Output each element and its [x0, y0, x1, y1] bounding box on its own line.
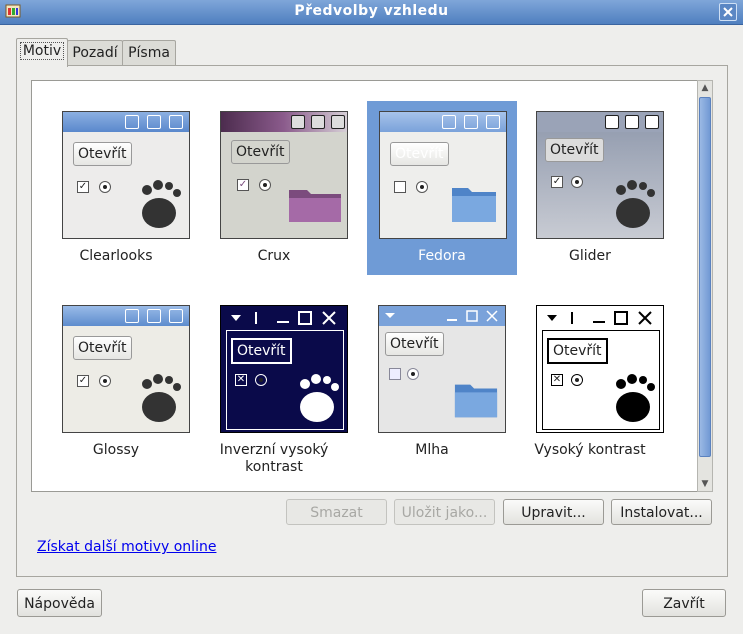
scrollbar-thumb[interactable]: [699, 97, 711, 457]
scroll-down-arrow-icon[interactable]: ▼: [698, 477, 712, 491]
preview-radio: [99, 375, 111, 387]
preview-open-button: Otevřít: [231, 338, 292, 364]
preview-radio: [571, 176, 583, 188]
preview-open-button: Otevřít: [73, 336, 132, 360]
theme-item-glossy[interactable]: Otevřít ✓ Glossy: [42, 295, 190, 469]
theme-item-fedora[interactable]: Otevřít ✓ Fedora: [367, 101, 517, 275]
preview-titlebar: [537, 112, 663, 132]
preview-open-button: Otevřít: [545, 138, 604, 162]
delete-button[interactable]: Smazat: [286, 499, 387, 525]
install-button[interactable]: Instalovat...: [611, 499, 712, 525]
preview-radio: [255, 374, 267, 386]
preview-checkbox: ✕: [551, 374, 563, 386]
preview-open-button: Otevřít: [73, 142, 132, 166]
preview-open-button: Otevřít: [385, 332, 444, 356]
theme-item-high-contrast[interactable]: Otevřít ✕ Vysoký kontrast: [516, 295, 664, 469]
help-button[interactable]: Nápověda: [17, 589, 102, 617]
preview-checkbox: [389, 368, 401, 380]
window-close-button[interactable]: [719, 3, 737, 21]
theme-item-clearlooks[interactable]: Otevřít ✓ Clearlooks: [42, 101, 190, 275]
preview-titlebar: [231, 311, 336, 325]
theme-item-mlha[interactable]: Otevřít Mlha: [358, 295, 506, 469]
theme-label: Vysoký kontrast: [534, 442, 646, 458]
preview-radio: [99, 181, 111, 193]
preview-radio: [259, 179, 271, 191]
preview-titlebar: [379, 306, 505, 326]
tab-motiv-label: Motiv: [19, 42, 65, 60]
preview-radio: [416, 181, 428, 193]
theme-preview-mlha: Otevřít: [378, 305, 506, 433]
preview-checkbox: ✓: [551, 176, 563, 188]
theme-preview-high-contrast: Otevřít ✕: [536, 305, 664, 433]
scroll-up-arrow-icon[interactable]: ▲: [698, 81, 712, 95]
theme-preview-fedora: Otevřít ✓: [379, 111, 507, 239]
save-as-button[interactable]: Uložit jako...: [394, 499, 495, 525]
theme-label: Clearlooks: [79, 248, 153, 264]
theme-preview-glider: Otevřít ✓: [536, 111, 664, 239]
theme-preview-clearlooks: Otevřít ✓: [62, 111, 190, 239]
theme-label: Mlha: [415, 442, 449, 458]
gnome-foot-icon: [300, 374, 339, 422]
theme-icon-view[interactable]: Otevřít ✓ Clearlooks Otevřít ✓ Crux Otev…: [31, 80, 698, 492]
theme-preview-inverse-high-contrast: Otevřít ✕: [220, 305, 348, 433]
theme-label: Glossy: [92, 442, 140, 458]
preview-checkbox: ✓: [237, 179, 249, 191]
preview-checkbox: ✓: [77, 375, 89, 387]
preview-open-button: Otevřít: [390, 142, 449, 166]
preview-checkbox: ✓: [77, 181, 89, 193]
preview-radio: [571, 374, 583, 386]
gnome-foot-icon: [616, 374, 655, 422]
theme-label: Inverzní vysoký kontrast: [219, 442, 329, 475]
theme-preview-glossy: Otevřít ✓: [62, 305, 190, 433]
theme-item-inverse-high-contrast[interactable]: Otevřít ✕ Inverzní vysoký kontrast: [200, 295, 348, 475]
gnome-foot-icon: [142, 180, 181, 228]
theme-label: Glider: [569, 248, 611, 264]
preview-titlebar: [221, 112, 347, 132]
folder-icon: [289, 190, 341, 222]
theme-list-scrollbar[interactable]: ▲ ▼: [697, 80, 713, 492]
edit-button[interactable]: Upravit...: [503, 499, 604, 525]
preview-titlebar: [63, 112, 189, 132]
preview-titlebar: [63, 306, 189, 326]
window-titlebar: Předvolby vzhledu: [0, 0, 743, 25]
theme-preview-crux: Otevřít ✓: [220, 111, 348, 239]
folder-icon: [452, 188, 496, 222]
preview-titlebar: [380, 112, 506, 132]
preview-open-button: Otevřít: [547, 338, 608, 364]
close-icon: [723, 7, 733, 17]
gnome-foot-icon: [616, 180, 655, 228]
close-button[interactable]: Zavřít: [642, 589, 726, 617]
preview-checkbox: ✓: [394, 181, 406, 193]
theme-item-crux[interactable]: Otevřít ✓ Crux: [200, 101, 348, 275]
preview-titlebar: [547, 311, 652, 325]
tab-pisma[interactable]: Písma: [122, 40, 176, 65]
get-more-themes-link[interactable]: Získat další motivy online: [37, 539, 216, 555]
preview-radio: [407, 368, 419, 380]
tab-motiv[interactable]: Motiv: [16, 38, 68, 67]
preview-open-button: Otevřít: [231, 140, 290, 164]
theme-label: Crux: [257, 248, 291, 264]
window-title: Předvolby vzhledu: [294, 3, 449, 19]
folder-icon: [454, 384, 498, 418]
preview-checkbox: ✕: [235, 374, 247, 386]
theme-label: Fedora: [418, 248, 466, 264]
theme-item-glider[interactable]: Otevřít ✓ Glider: [516, 101, 664, 275]
gnome-foot-icon: [142, 374, 181, 422]
tab-pozadi[interactable]: Pozadí: [67, 40, 123, 65]
